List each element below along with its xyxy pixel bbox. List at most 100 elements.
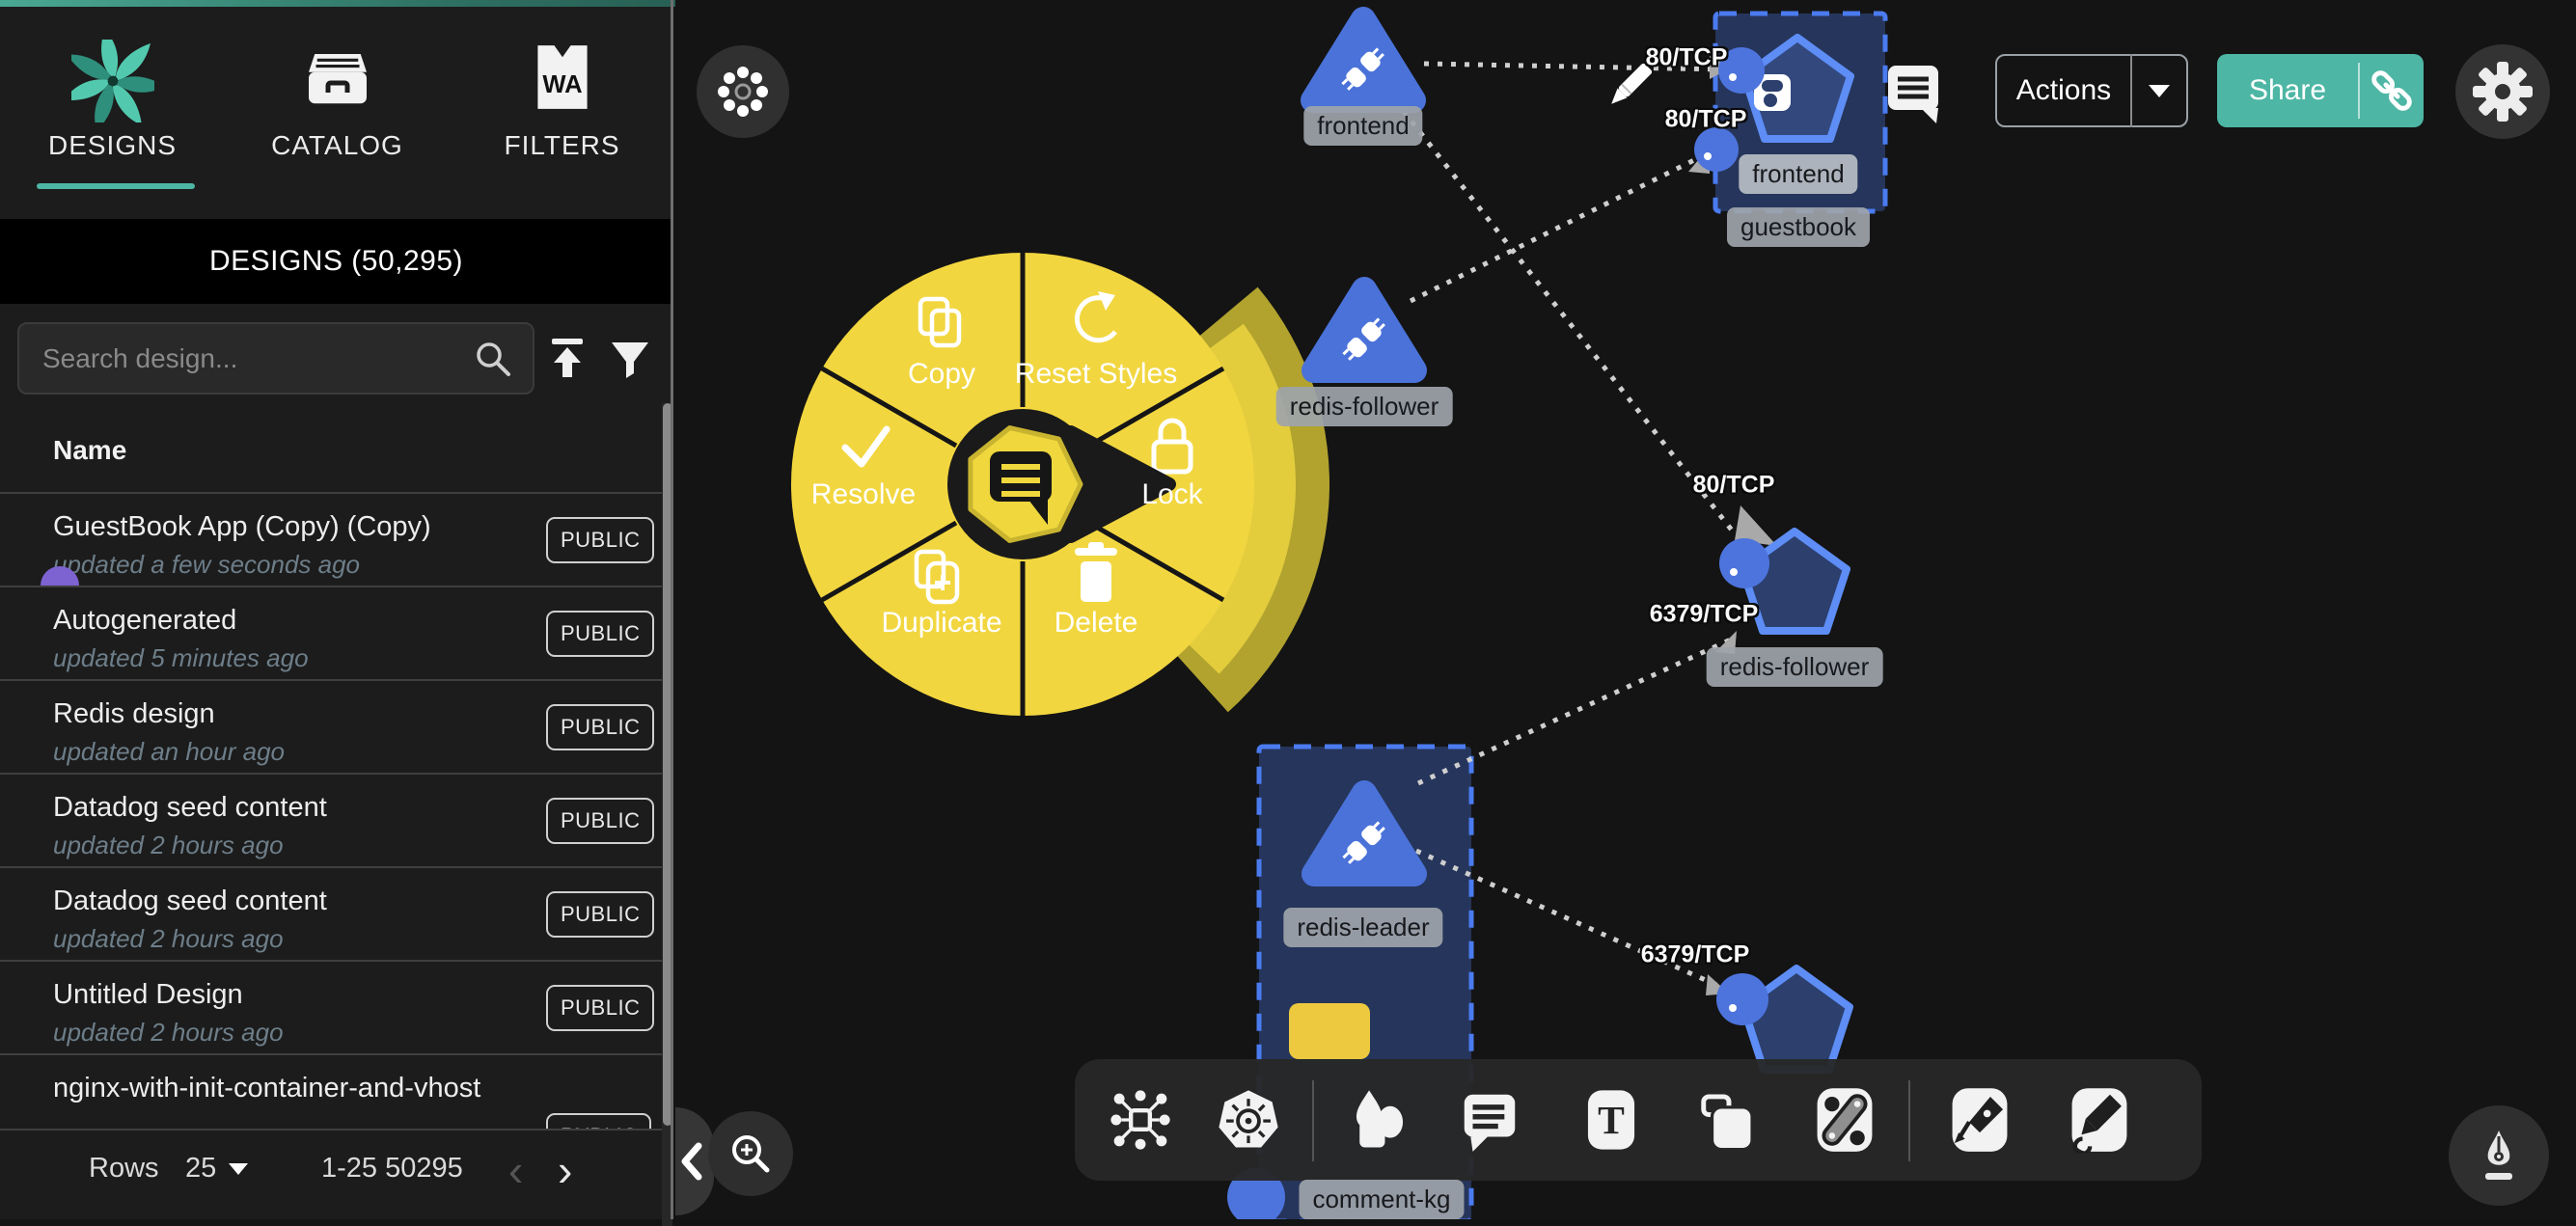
link-icon <box>2366 65 2418 117</box>
actions-dropdown-toggle[interactable] <box>2132 85 2186 97</box>
shapes-tool-button[interactable] <box>1346 1086 1413 1154</box>
comment-node-partial[interactable] <box>1289 1003 1370 1059</box>
kubernetes-tool-button[interactable] <box>1215 1086 1282 1154</box>
link-tool-button[interactable] <box>1811 1086 1878 1154</box>
actions-button-label: Actions <box>1997 74 2130 107</box>
search-input[interactable] <box>17 322 534 395</box>
meshery-logo-icon <box>71 40 154 127</box>
text-tool-button[interactable]: T <box>1577 1086 1645 1154</box>
pagination-range: 1-25 50295 <box>321 1153 463 1185</box>
design-row[interactable]: Datadog seed content updated 2 hours ago… <box>0 773 672 866</box>
radial-item-lock[interactable]: Lock <box>1141 478 1202 511</box>
tab-catalog-label: CATALOG <box>271 130 403 161</box>
rows-label: Rows <box>89 1153 159 1185</box>
group-label: guestbook <box>1727 207 1870 247</box>
share-button[interactable]: Share <box>2217 54 2424 127</box>
rows-per-page-select[interactable]: 25 <box>185 1153 216 1185</box>
pen-nib-icon <box>2468 1125 2530 1186</box>
sidebar-tabs: DESIGNS CATALOG <box>0 7 672 212</box>
catalog-archive-icon <box>299 40 376 122</box>
prev-page-button[interactable]: ‹ <box>508 1151 523 1189</box>
visibility-badge: PUBLIC <box>546 891 654 938</box>
sidebar-canvas-divider <box>671 0 673 1219</box>
frontend-service-node[interactable] <box>1313 19 1413 100</box>
node-label: frontend <box>1303 106 1422 146</box>
design-canvas[interactable]: Copy Reset Styles Resolve Lock Duplicate… <box>675 0 2576 1219</box>
kanvas-app: DESIGNS CATALOG <box>0 0 2576 1219</box>
import-design-icon[interactable] <box>542 333 592 388</box>
rows-per-page-caret-icon[interactable] <box>229 1163 248 1175</box>
tab-catalog[interactable]: CATALOG <box>225 7 450 212</box>
design-row[interactable]: nginx-with-init-container-and-vhost PUBL… <box>0 1053 672 1131</box>
zoom-in-button[interactable] <box>708 1111 793 1196</box>
port[interactable] <box>1719 538 1769 588</box>
design-list: GuestBook App (Copy) (Copy) updated a fe… <box>0 492 672 1131</box>
comment-bubble-icon[interactable] <box>1888 66 1938 123</box>
column-header-name: Name <box>53 435 126 466</box>
design-row[interactable]: Autogenerated updated 5 minutes ago PUBL… <box>0 586 672 679</box>
edge-label: 6379/TCP <box>1650 601 1759 629</box>
visibility-badge: PUBLIC <box>546 517 654 563</box>
next-page-button[interactable]: › <box>558 1151 572 1189</box>
comment-tool-button[interactable] <box>1456 1086 1523 1154</box>
search-icon[interactable] <box>469 335 515 386</box>
filter-funnel-icon[interactable] <box>606 335 654 388</box>
port[interactable] <box>1694 127 1739 172</box>
pen-mode-button[interactable] <box>2449 1105 2549 1206</box>
pen-tool-button[interactable] <box>1946 1086 2014 1154</box>
edge-label: 80/TCP <box>1646 44 1728 72</box>
visibility-badge: PUBLIC <box>546 985 654 1031</box>
delete-trash-icon[interactable] <box>1075 542 1117 602</box>
design-row[interactable]: GuestBook App (Copy) (Copy) updated a fe… <box>0 492 672 586</box>
design-row[interactable]: Datadog seed content updated 2 hours ago… <box>0 866 672 960</box>
divider <box>0 1129 672 1131</box>
actions-button[interactable]: Actions <box>1995 54 2188 127</box>
edge-label: 80/TCP <box>1693 472 1775 500</box>
chevron-down-icon <box>2149 85 2170 97</box>
canvas-mode-button[interactable] <box>697 45 789 138</box>
radial-item-delete[interactable]: Delete <box>1055 607 1138 640</box>
share-button-label: Share <box>2217 74 2358 107</box>
radial-item-copy[interactable]: Copy <box>908 358 975 391</box>
tab-designs[interactable]: DESIGNS <box>0 7 225 212</box>
active-tab-underline <box>37 183 195 189</box>
note-tool-button[interactable] <box>1695 1086 1763 1154</box>
edge-label: 80/TCP <box>1665 106 1747 134</box>
visibility-badge: PUBLIC <box>546 704 654 750</box>
visibility-badge: PUBLIC <box>546 798 654 844</box>
freehand-draw-tool-button[interactable] <box>2066 1086 2133 1154</box>
edge-label: 6379/TCP <box>1641 941 1750 969</box>
sidebar: DESIGNS CATALOG <box>0 7 672 1219</box>
settings-button[interactable] <box>2455 44 2550 139</box>
tab-filters-label: FILTERS <box>504 130 619 161</box>
toolbar-divider <box>1908 1080 1910 1161</box>
comment-node-glyph <box>971 428 1081 541</box>
node-label: redis-follower <box>1707 647 1883 687</box>
toolbar-divider <box>1312 1080 1314 1161</box>
node-label: redis-follower <box>1276 387 1453 426</box>
visibility-badge: PUBLIC <box>546 611 654 657</box>
node-label: frontend <box>1739 154 1857 194</box>
radial-item-resolve[interactable]: Resolve <box>811 478 916 511</box>
design-row[interactable]: Untitled Design updated 2 hours ago PUBL… <box>0 960 672 1053</box>
chevron-left-icon <box>675 1123 708 1200</box>
designs-panel-title: DESIGNS (50,295) <box>0 219 672 304</box>
edge-frontend-redisfollower-pod[interactable] <box>1395 100 1737 536</box>
wasm-filter-icon: WA <box>525 40 600 120</box>
redis-follower-service-node[interactable] <box>1314 289 1414 370</box>
architecture-tool-button[interactable] <box>1107 1086 1174 1154</box>
tab-designs-label: DESIGNS <box>48 130 177 161</box>
dot-cluster-icon <box>714 63 772 121</box>
svg-text:WA: WA <box>542 71 582 98</box>
node-label: redis-leader <box>1283 908 1442 947</box>
zoom-in-icon <box>724 1127 778 1181</box>
bottom-pod-node[interactable] <box>1716 968 1850 1070</box>
radial-item-reset-styles[interactable]: Reset Styles <box>1015 358 1177 391</box>
radial-item-duplicate[interactable]: Duplicate <box>881 607 1001 640</box>
port[interactable] <box>1716 973 1768 1025</box>
group-label: comment-kg <box>1299 1180 1464 1219</box>
copy-link-button[interactable] <box>2360 65 2424 117</box>
tab-filters[interactable]: WA FILTERS <box>450 7 674 212</box>
gear-icon <box>2472 61 2534 123</box>
design-row[interactable]: Redis design updated an hour ago PUBLIC <box>0 679 672 773</box>
